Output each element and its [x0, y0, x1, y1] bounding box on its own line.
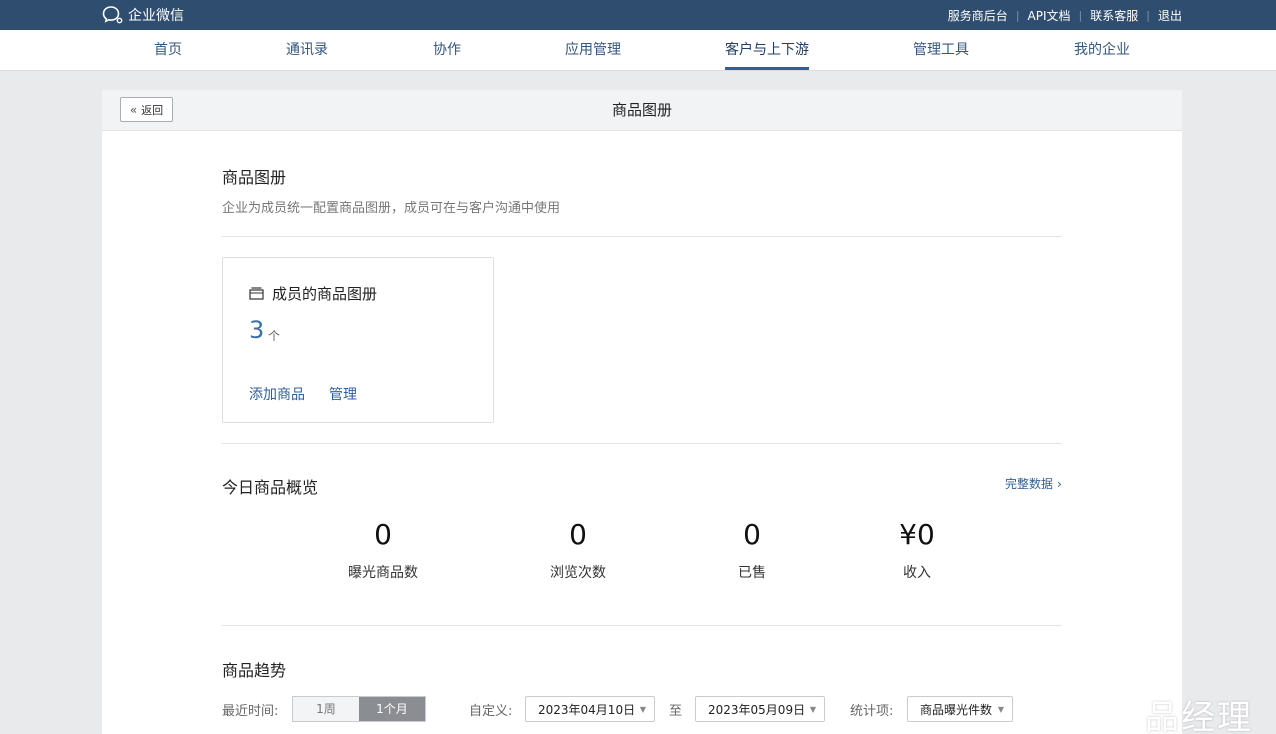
date-range-separator: 至	[669, 704, 683, 719]
stat-revenue: ¥0 收入	[837, 518, 997, 582]
caret-down-icon: ▼	[639, 705, 646, 714]
nav-my-enterprise[interactable]: 我的企业	[1074, 30, 1130, 70]
top-bar: 企业微信 服务商后台 | API文档 | 联系客服 | 退出	[0, 0, 1276, 30]
end-date-picker[interactable]: 2023年05月09日 ▼	[695, 696, 825, 722]
nav-collaboration[interactable]: 协作	[433, 30, 461, 70]
main-nav: 首页 通讯录 协作 应用管理 客户与上下游 管理工具 我的企业	[0, 30, 1276, 71]
overview-title: 今日商品概览	[222, 478, 319, 497]
intro-description: 企业为成员统一配置商品图册，成员可在与客户沟通中使用	[222, 201, 561, 216]
card-header: 商品图册 « 返回	[102, 90, 1182, 131]
intro-title: 商品图册	[222, 168, 287, 187]
top-links: 服务商后台 | API文档 | 联系客服 | 退出	[948, 0, 1182, 30]
recent-time-label: 最近时间:	[222, 704, 279, 719]
link-contact-support[interactable]: 联系客服	[1090, 7, 1138, 24]
caret-down-icon: ▼	[809, 705, 816, 714]
stat-value: ¥0	[899, 518, 935, 551]
end-date-value: 2023年05月09日	[708, 702, 806, 717]
stat-label: 曝光商品数	[348, 565, 418, 581]
nav-customers-upstream-downstream[interactable]: 客户与上下游	[725, 30, 809, 70]
metric-value: 商品曝光件数	[920, 702, 993, 717]
double-chevron-left-icon: «	[129, 102, 138, 117]
stat-value: 0	[569, 518, 587, 551]
divider	[222, 236, 1062, 237]
album-count: 3	[249, 316, 265, 344]
wecom-logo-icon	[102, 6, 123, 24]
top-link-divider: |	[1078, 8, 1083, 22]
album-icon	[249, 287, 264, 300]
start-date-picker[interactable]: 2023年04月10日 ▼	[525, 696, 655, 722]
custom-range-label: 自定义:	[469, 704, 513, 719]
divider	[222, 625, 1062, 626]
manage-link[interactable]: 管理	[329, 384, 357, 404]
range-1-month[interactable]: 1个月	[359, 697, 425, 721]
album-card-header: 成员的商品图册	[249, 283, 377, 304]
stat-value: 0	[374, 518, 392, 551]
stat-label: 收入	[903, 565, 931, 581]
nav-app-management[interactable]: 应用管理	[565, 30, 621, 70]
chevron-right-icon: ›	[1057, 476, 1062, 491]
top-link-divider: |	[1015, 8, 1020, 22]
album-count-unit: 个	[268, 329, 281, 343]
content-card: 商品图册 « 返回 商品图册 企业为成员统一配置商品图册，成员可在与客户沟通中使…	[102, 90, 1182, 734]
range-1-week[interactable]: 1周	[293, 697, 359, 721]
stat-label: 已售	[738, 565, 766, 581]
member-album-card: 成员的商品图册 3 个 添加商品 管理	[222, 257, 494, 423]
album-card-title: 成员的商品图册	[272, 285, 378, 303]
metric-label: 统计项:	[850, 704, 894, 719]
time-range-toggle: 1周 1个月	[292, 696, 426, 722]
full-data-link[interactable]: 完整数据 ›	[1005, 475, 1062, 492]
link-api-docs[interactable]: API文档	[1028, 7, 1071, 24]
full-data-label: 完整数据	[1005, 477, 1054, 491]
stat-exposed-products: 0 曝光商品数	[303, 518, 463, 582]
top-link-divider: |	[1146, 8, 1150, 22]
trend-title: 商品趋势	[222, 661, 287, 680]
stat-sold: 0 已售	[672, 518, 832, 582]
back-button-label: 返回	[141, 103, 164, 117]
watermark-text: 品经理	[1145, 698, 1253, 734]
stat-views: 0 浏览次数	[498, 518, 658, 582]
start-date-value: 2023年04月10日	[538, 702, 636, 717]
link-logout[interactable]: 退出	[1158, 7, 1182, 24]
nav-management-tools[interactable]: 管理工具	[913, 30, 969, 70]
metric-select[interactable]: 商品曝光件数 ▼	[907, 696, 1013, 722]
caret-down-icon: ▼	[997, 705, 1004, 714]
brand-name: 企业微信	[128, 8, 184, 24]
add-product-link[interactable]: 添加商品	[249, 384, 305, 404]
stat-label: 浏览次数	[550, 565, 606, 581]
brand-logo[interactable]: 企业微信	[102, 4, 184, 26]
stat-value: 0	[743, 518, 761, 551]
page-title: 商品图册	[611, 101, 672, 119]
back-button[interactable]: « 返回	[120, 97, 173, 122]
nav-home[interactable]: 首页	[154, 30, 182, 70]
nav-contacts[interactable]: 通讯录	[286, 30, 328, 70]
divider	[222, 443, 1062, 444]
link-partner-admin[interactable]: 服务商后台	[948, 7, 1008, 24]
